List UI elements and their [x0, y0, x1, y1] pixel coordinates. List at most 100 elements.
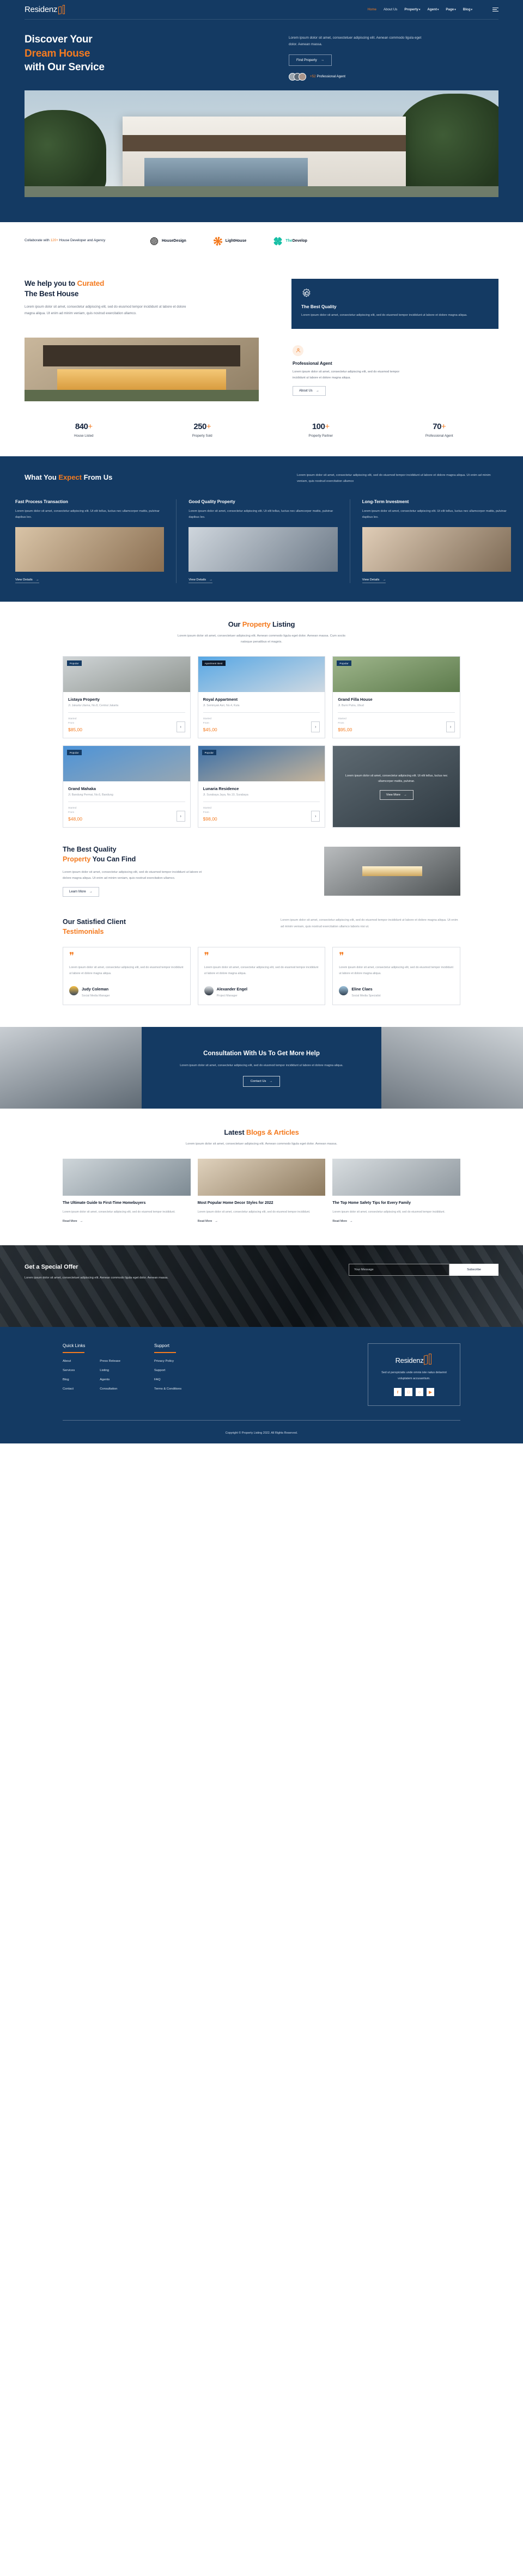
footer-link[interactable]: Blog	[63, 1378, 75, 1381]
read-more-link[interactable]: Read More →	[63, 1220, 83, 1223]
expect-column-paragraph: Lorem ipsum dolor sit amet, consectetur …	[362, 509, 507, 519]
view-details-link[interactable]: View Details →	[362, 578, 386, 583]
nav-item-property[interactable]: Property▾	[404, 8, 420, 11]
partner-lighthouse[interactable]: LightHouse	[213, 236, 247, 246]
main-navigation: Residenz Home About Us Property▾ Agent▾ …	[25, 0, 498, 20]
blog-post-excerpt: Lorem ipsum dolor sit amet, consectetur …	[63, 1210, 175, 1214]
property-image: Popular	[333, 657, 460, 693]
read-more-link[interactable]: Read More →	[332, 1220, 352, 1223]
partner-thedevelop-label: TheDevelop	[285, 239, 307, 243]
footer-link[interactable]: Listing	[100, 1369, 120, 1372]
partner-thedevelop[interactable]: TheDevelop	[273, 236, 307, 246]
nav-item-agent[interactable]: Agent▾	[427, 8, 439, 11]
footer-support-links: Privacy Policy Support FAQ Terms & Condi…	[154, 1360, 181, 1391]
view-more-button[interactable]: View More →	[379, 790, 413, 800]
newsletter-section: Get a Special Offer Lorem ipsum dolor si…	[0, 1245, 523, 1327]
nav-item-blog[interactable]: Blog▾	[463, 8, 472, 11]
contact-us-button[interactable]: Contact Us →	[242, 1075, 281, 1087]
best-quality-image	[324, 846, 460, 896]
chevron-right-icon[interactable]: ›	[446, 721, 455, 733]
view-details-link[interactable]: View Details →	[188, 578, 212, 583]
blog-title: Latest Blogs & Articles	[224, 1128, 299, 1137]
footer-card-paragraph: Sed ut perspiciatis unde omnis iste natu…	[381, 1371, 447, 1380]
stat-value: 100+	[312, 421, 330, 431]
learn-more-button[interactable]: Learn More →	[63, 887, 99, 897]
blog-card[interactable]: The Top Home Safety Tips for Every Famil…	[332, 1158, 460, 1225]
chevron-right-icon[interactable]: ›	[311, 721, 320, 733]
footer-link[interactable]: Consultation	[100, 1387, 120, 1391]
footer-link[interactable]: Services	[63, 1369, 75, 1372]
chevron-right-icon[interactable]: ›	[176, 721, 185, 733]
logo-text: Residenz	[395, 1356, 424, 1365]
newsletter-title: Get a Special Offer	[25, 1264, 78, 1271]
best-quality-paragraph: Lorem ipsum dolor sit amet, consectetur …	[63, 870, 202, 880]
find-property-button[interactable]: Find Property →	[289, 54, 332, 66]
nav-item-home[interactable]: Home	[367, 8, 376, 11]
status-badge: Popular	[67, 660, 82, 666]
property-card[interactable]: Popular Grand Mahaka Jl. Bandung Permai,…	[63, 745, 191, 828]
chevron-right-icon[interactable]: ›	[311, 811, 320, 822]
footer-link[interactable]: Contact	[63, 1387, 75, 1391]
newsletter-input[interactable]: Your Message	[349, 1264, 449, 1276]
testimonial-name: Judy Coleman	[82, 987, 109, 992]
stat-house-listed: 840+ House Listed	[25, 422, 143, 438]
arrow-right-icon: →	[209, 578, 212, 582]
social-links: f □ ○ ▶	[377, 1388, 451, 1397]
blog-post-title: Most Popular Home Decor Styles for 2022	[197, 1201, 273, 1205]
youtube-icon[interactable]: ▶	[427, 1388, 434, 1397]
property-card[interactable]: Popular Listaya Property Jl. Jakarta Uta…	[63, 656, 191, 739]
read-more-link[interactable]: Read More →	[198, 1220, 218, 1223]
property-image: Popular	[63, 657, 190, 693]
footer-link[interactable]: Agents	[100, 1378, 120, 1381]
property-card[interactable]: Popular Grand Filla House Jl. Bumi Putra…	[332, 656, 460, 739]
partners-lead-post: House Developer and Agency	[58, 238, 106, 243]
expect-paragraph: Lorem ipsum dolor sit amet, consectetur …	[297, 473, 491, 484]
expect-column-paragraph: Lorem ipsum dolor sit amet, consectetur …	[188, 509, 333, 519]
subscribe-button[interactable]: Subscribe	[449, 1264, 498, 1276]
stat-value: 70+	[433, 421, 446, 431]
blog-post-excerpt: Lorem ipsum dolor sit amet, consectetur …	[332, 1210, 446, 1214]
curated-title-highlight: Curated	[77, 279, 105, 287]
footer-logo[interactable]: Residenz	[377, 1354, 451, 1365]
dribbble-icon[interactable]: ○	[416, 1388, 423, 1397]
partner-lighthouse-label: LightHouse	[225, 239, 247, 243]
footer-heading: Support	[154, 1343, 169, 1349]
about-us-button[interactable]: About Us →	[293, 386, 326, 396]
testimonial-card: ❞ Lorem ipsum dolor sit amet, consectetu…	[197, 946, 326, 1006]
footer-link[interactable]: FAQ	[154, 1378, 181, 1381]
footer-link[interactable]: Support	[154, 1369, 181, 1372]
facebook-icon[interactable]: f	[394, 1388, 402, 1397]
view-details-link[interactable]: View Details →	[15, 578, 39, 583]
instagram-icon[interactable]: □	[405, 1388, 412, 1397]
consultation-paragraph: Lorem ipsum dolor sit amet, consectetur …	[180, 1063, 343, 1067]
listing-title: Our Property Listing	[228, 620, 295, 628]
nav-item-page[interactable]: Page▾	[446, 8, 455, 11]
sun-icon	[213, 236, 222, 246]
nav-item-about-us[interactable]: About Us	[384, 8, 397, 11]
quote-icon: ❞	[69, 950, 75, 961]
spiral-icon	[150, 236, 159, 246]
footer-link[interactable]: About	[63, 1360, 75, 1363]
property-title: Royal Appartment	[203, 697, 238, 702]
hamburger-icon[interactable]	[492, 7, 498, 12]
site-logo[interactable]: Residenz	[25, 5, 65, 15]
footer-link[interactable]: Press Release	[100, 1360, 120, 1363]
arrow-right-icon: →	[269, 1079, 273, 1083]
building-logo-icon	[424, 1354, 433, 1365]
chevron-right-icon[interactable]: ›	[176, 811, 185, 822]
blog-card[interactable]: The Ultimate Guide to First-Time Homebuy…	[63, 1158, 191, 1225]
footer-link[interactable]: Terms & Conditions	[154, 1387, 181, 1391]
stat-professional-agent: 70+ Professional Agent	[380, 422, 499, 438]
blog-card[interactable]: Most Popular Home Decor Styles for 2022 …	[197, 1158, 326, 1225]
stat-value: 250+	[193, 421, 211, 431]
property-card[interactable]: Popular Lunaria Residence Jl. Surabaya J…	[197, 745, 326, 828]
expect-column-title: Long-Term Investment	[362, 499, 409, 504]
footer-link[interactable]: Privacy Policy	[154, 1360, 181, 1363]
property-listing-section: Our Property Listing Lorem ipsum dolor s…	[0, 602, 523, 828]
avatar	[204, 986, 214, 995]
property-card[interactable]: Apartment Best Royal Appartment Jl. Semi…	[197, 656, 326, 739]
partner-housedesign[interactable]: HouseDesign	[150, 236, 186, 246]
nav-item-property-label: Property	[404, 7, 418, 11]
testimonials-section: Our Satisfied Client Testimonials Lorem i…	[63, 917, 460, 1006]
testimonials-title: Our Satisfied Client Testimonials	[63, 918, 126, 936]
